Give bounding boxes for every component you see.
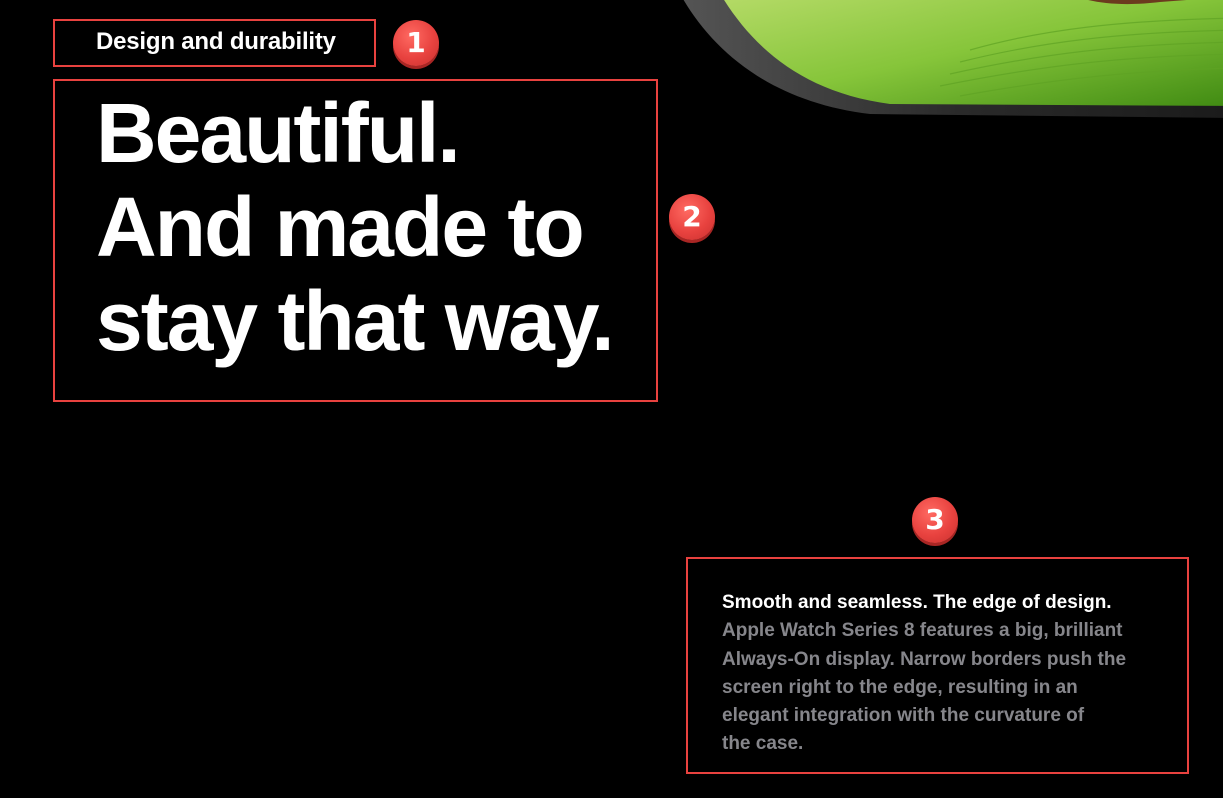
feature-title: Smooth and seamless. The edge of design. — [722, 592, 1112, 613]
headline-line: Beautiful. — [96, 86, 461, 180]
feature-body-line: Apple Watch Series 8 features a big, bri… — [722, 620, 1123, 642]
feature-body: Apple Watch Series 8 features a big, bri… — [722, 617, 1162, 758]
feature-copy: Smooth and seamless. The edge of design.… — [722, 589, 1162, 759]
feature-body-line: the case. — [722, 733, 804, 755]
page: 1 2 3 Design and durability Beautiful. A… — [0, 0, 1223, 798]
section-eyebrow: Design and durability — [96, 28, 336, 55]
annotation-badge-3: 3 — [912, 497, 958, 543]
feature-body-line: Always-On display. Narrow borders push t… — [722, 648, 1127, 670]
feature-body-line: screen right to the edge, resulting in a… — [722, 676, 1078, 698]
headline-line: stay that way. — [96, 274, 615, 368]
headline-line: And made to — [96, 180, 585, 274]
section-headline: Beautiful. And made to stay that way. — [96, 86, 656, 368]
annotation-badge-2: 2 — [669, 194, 715, 240]
annotation-badge-1: 1 — [393, 20, 439, 66]
feature-body-line: elegant integration with the curvature o… — [722, 705, 1085, 727]
watch-face-image — [683, 0, 1223, 118]
